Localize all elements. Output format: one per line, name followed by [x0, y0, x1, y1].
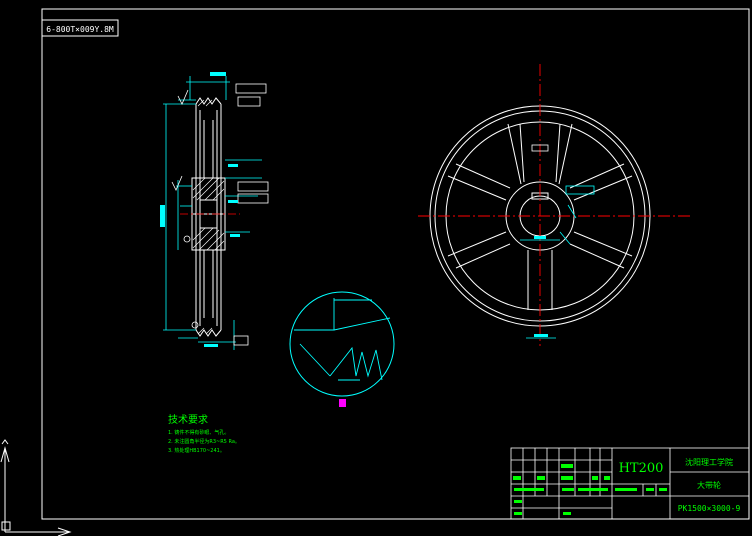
title-part-name: 大带轮	[697, 480, 721, 490]
cad-drawing-canvas: 6-800T×009Y.8M 技术要求 1. 铸件不得有砂眼、气孔。 2. 未注…	[0, 8, 750, 536]
wheel-dim-marks	[534, 236, 548, 337]
section-hatch	[192, 99, 225, 335]
drawing-code-text: 6-800T×009Y.8M	[46, 25, 114, 34]
tech-req-heading: 技术要求	[168, 413, 208, 426]
detail-marker	[339, 399, 346, 407]
surface-roughness-marks	[171, 89, 199, 329]
title-material: HT200	[619, 461, 664, 476]
tech-req-item-3: 3. 热处理HB170~241。	[168, 447, 225, 454]
tech-req-item-2: 2. 未注圆角半径为R3~R5 Ra。	[168, 438, 240, 445]
technical-requirements: 技术要求 1. 铸件不得有砂眼、气孔。 2. 未注圆角半径为R3~R5 Ra。 …	[168, 413, 240, 454]
detail-view	[289, 291, 395, 407]
section-view	[191, 97, 226, 337]
ucs-axis-icon	[0, 439, 72, 536]
tolerance-frames	[233, 83, 269, 346]
drawing-border	[41, 8, 750, 520]
wheel-dimensions	[520, 185, 595, 339]
title-drawing-number: PK1500×3000-9	[678, 504, 741, 513]
drawing-code-box: 6-800T×009Y.8M	[41, 19, 119, 37]
tech-req-item-1: 1. 铸件不得有砂眼、气孔。	[168, 429, 229, 436]
title-school: 沈阳理工学院	[685, 457, 733, 467]
